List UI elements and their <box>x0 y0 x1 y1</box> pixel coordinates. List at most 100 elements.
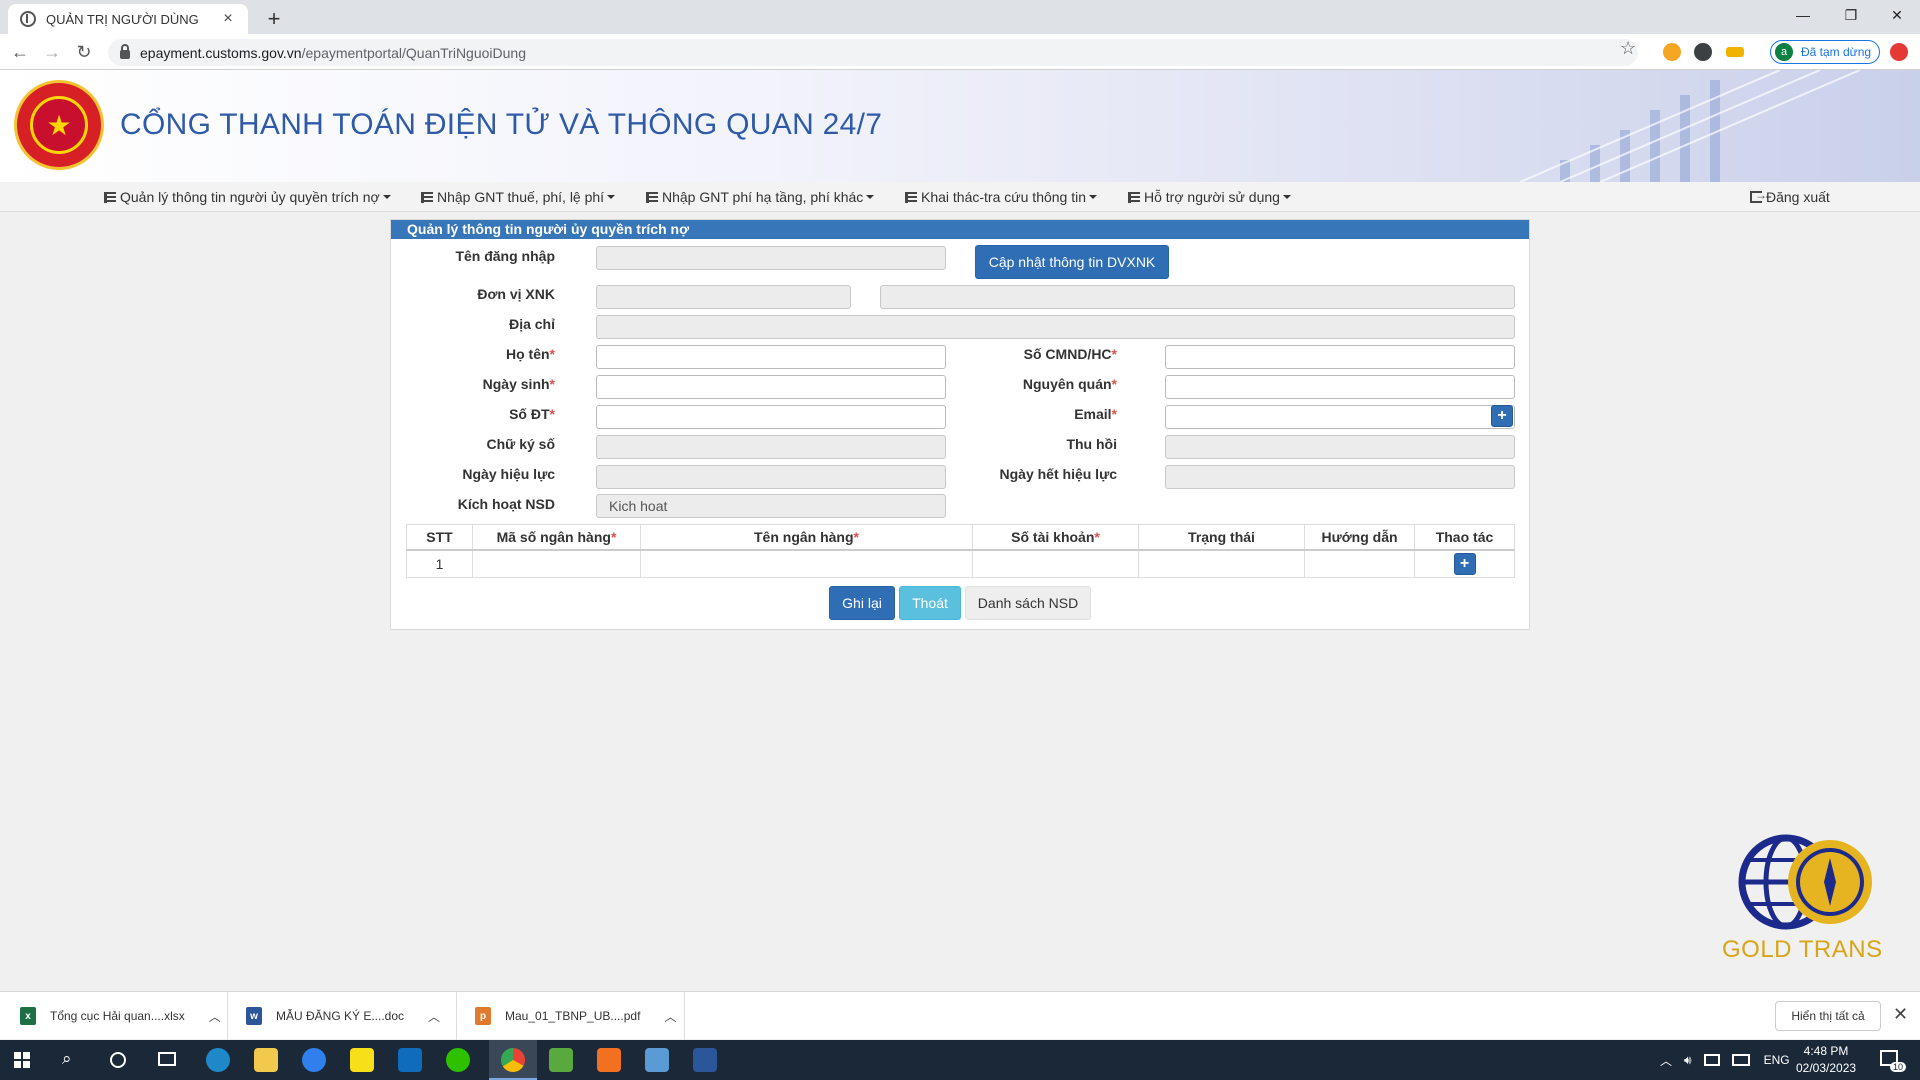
address-field[interactable] <box>596 315 1515 339</box>
word-file-icon: w <box>246 1007 262 1025</box>
download-filename: Tổng cục Hải quan....xlsx <box>50 1009 185 1023</box>
network-icon[interactable] <box>1703 1054 1720 1066</box>
cortana-icon[interactable] <box>110 1052 126 1068</box>
email-field[interactable] <box>1165 405 1515 429</box>
menu-support[interactable]: Hỗ trợ người sử dụng <box>1128 189 1291 205</box>
tab-close-button[interactable]: × <box>220 10 236 28</box>
valid-from-field[interactable] <box>596 465 946 489</box>
caret-down-icon <box>382 195 391 199</box>
caret-down-icon <box>866 195 875 199</box>
extension-icon[interactable] <box>1726 47 1744 57</box>
id-number-field[interactable] <box>1165 345 1515 369</box>
exit-button[interactable]: Thoát <box>899 586 961 620</box>
menu-lookup[interactable]: Khai thác-tra cứu thông tin <box>905 189 1098 205</box>
language-indicator[interactable]: ENG <box>1764 1053 1790 1067</box>
file-explorer-icon[interactable] <box>254 1048 278 1072</box>
email-label-text: Email <box>1074 406 1112 422</box>
account-number-cell[interactable] <box>972 549 1139 578</box>
revoke-field[interactable] <box>1165 435 1515 459</box>
keyboard-icon[interactable] <box>1731 1054 1750 1066</box>
hometown-field[interactable] <box>1165 375 1515 399</box>
update-icon[interactable] <box>1890 43 1908 61</box>
word-icon[interactable] <box>693 1048 717 1072</box>
menu-tax-payment[interactable]: Nhập GNT thuế, phí, lệ phí <box>421 189 616 205</box>
wechat-icon[interactable] <box>446 1048 470 1072</box>
app-icon[interactable] <box>549 1048 573 1072</box>
tab-title: QUẢN TRỊ NGƯỜI DÙNG <box>46 11 199 27</box>
profile-button[interactable]: a Đã tạm dừng <box>1770 40 1880 64</box>
notification-badge: 10 <box>1890 1062 1907 1072</box>
extension-icon[interactable] <box>1663 43 1681 61</box>
new-tab-button[interactable]: + <box>262 6 286 32</box>
download-item[interactable]: w MẪU ĐĂNG KÝ E....doc ︿ <box>228 992 457 1040</box>
required-mark: * <box>1094 528 1100 545</box>
app-icon[interactable] <box>645 1048 669 1072</box>
activate-field[interactable] <box>596 494 946 518</box>
valid-to-field[interactable] <box>1165 465 1515 489</box>
menu-infrastructure-fee[interactable]: Nhập GNT phí hạ tầng, phí khác <box>646 189 875 205</box>
clock[interactable]: 4:48 PM 02/03/2023 <box>1796 1043 1856 1077</box>
minimize-button[interactable]: — <box>1780 0 1826 30</box>
menu-label: Nhập GNT thuế, phí, lệ phí <box>437 189 605 205</box>
customs-logo: ★ <box>14 80 104 170</box>
update-dvxnk-button[interactable]: Cập nhật thông tin DVXNK <box>975 245 1169 279</box>
hometown-label: Nguyên quán* <box>951 376 1117 392</box>
back-icon[interactable]: ← <box>8 40 32 64</box>
address-label: Địa chỉ <box>509 316 555 332</box>
avatar: a <box>1775 43 1793 61</box>
sticky-notes-icon[interactable] <box>350 1048 374 1072</box>
window-close-button[interactable]: ✕ <box>1874 0 1920 30</box>
volume-icon[interactable]: 🔊︎ <box>1684 1053 1692 1068</box>
logout-link[interactable]: Đăng xuất <box>1750 188 1830 205</box>
edge-icon[interactable] <box>206 1048 230 1072</box>
unit-name-field[interactable] <box>880 285 1515 309</box>
pdf-file-icon: p <box>475 1007 491 1025</box>
phone-label-text: Số ĐT <box>509 406 550 422</box>
column-header-status: Trạng thái <box>1138 524 1305 551</box>
task-view-icon[interactable] <box>158 1052 176 1066</box>
reload-icon[interactable]: ↻ <box>72 40 96 64</box>
phone-field[interactable] <box>596 405 946 429</box>
bank-code-cell[interactable] <box>472 549 641 578</box>
browser-tab[interactable]: QUẢN TRỊ NGƯỜI DÙNG × <box>8 4 248 34</box>
logout-label: Đăng xuất <box>1766 189 1830 205</box>
search-icon[interactable]: ⌕ <box>62 1049 72 1069</box>
chrome-icon[interactable] <box>501 1048 525 1072</box>
menu-label: Nhập GNT phí hạ tầng, phí khác <box>662 189 864 205</box>
fullname-field[interactable] <box>596 345 946 369</box>
signature-field[interactable] <box>596 435 946 459</box>
bookmark-star-icon[interactable]: ☆ <box>1620 38 1636 59</box>
save-button[interactable]: Ghi lại <box>829 586 895 620</box>
chevron-up-icon[interactable]: ︿ <box>664 1008 676 1025</box>
chevron-up-icon[interactable]: ︿ <box>209 1008 221 1025</box>
user-list-button[interactable]: Danh sách NSD <box>965 586 1091 620</box>
caret-down-icon <box>607 195 616 199</box>
forward-icon[interactable]: → <box>40 40 64 64</box>
extension-icon[interactable] <box>1694 43 1712 61</box>
outlook-icon[interactable] <box>398 1048 422 1072</box>
caret-down-icon <box>1089 195 1098 199</box>
download-item[interactable]: x Tổng cục Hải quan....xlsx ︿ <box>0 992 228 1040</box>
app-icon[interactable] <box>597 1048 621 1072</box>
show-all-downloads-button[interactable]: Hiển thị tất cả <box>1775 1001 1881 1031</box>
bank-name-cell[interactable] <box>640 549 973 578</box>
main-menu: Quản lý thông tin người ủy quyền trích n… <box>0 182 1920 212</box>
add-email-button[interactable]: + <box>1491 405 1513 427</box>
dob-field[interactable] <box>596 375 946 399</box>
close-downloads-icon[interactable]: ✕ <box>1893 1004 1908 1025</box>
windows-start-icon[interactable] <box>14 1052 30 1068</box>
status-cell <box>1138 549 1305 578</box>
zalo-icon[interactable] <box>302 1048 326 1072</box>
caret-down-icon <box>1282 195 1291 199</box>
chevron-up-icon[interactable]: ︿ <box>1660 1052 1672 1069</box>
restore-button[interactable]: ❐ <box>1828 0 1874 30</box>
menu-authorized-users[interactable]: Quản lý thông tin người ủy quyền trích n… <box>104 189 391 205</box>
unit-code-field[interactable] <box>596 285 851 309</box>
download-item[interactable]: p Mau_01_TBNP_UB....pdf ︿ <box>457 992 685 1040</box>
column-header-bank-code: Mã số ngân hàng* <box>472 524 641 551</box>
lock-icon <box>120 44 130 59</box>
username-field[interactable] <box>596 246 946 270</box>
chevron-up-icon[interactable]: ︿ <box>428 1008 440 1025</box>
address-bar[interactable]: epayment.customs.gov.vn/epaymentportal/Q… <box>108 39 1638 66</box>
add-bank-row-button[interactable]: + <box>1453 552 1476 575</box>
